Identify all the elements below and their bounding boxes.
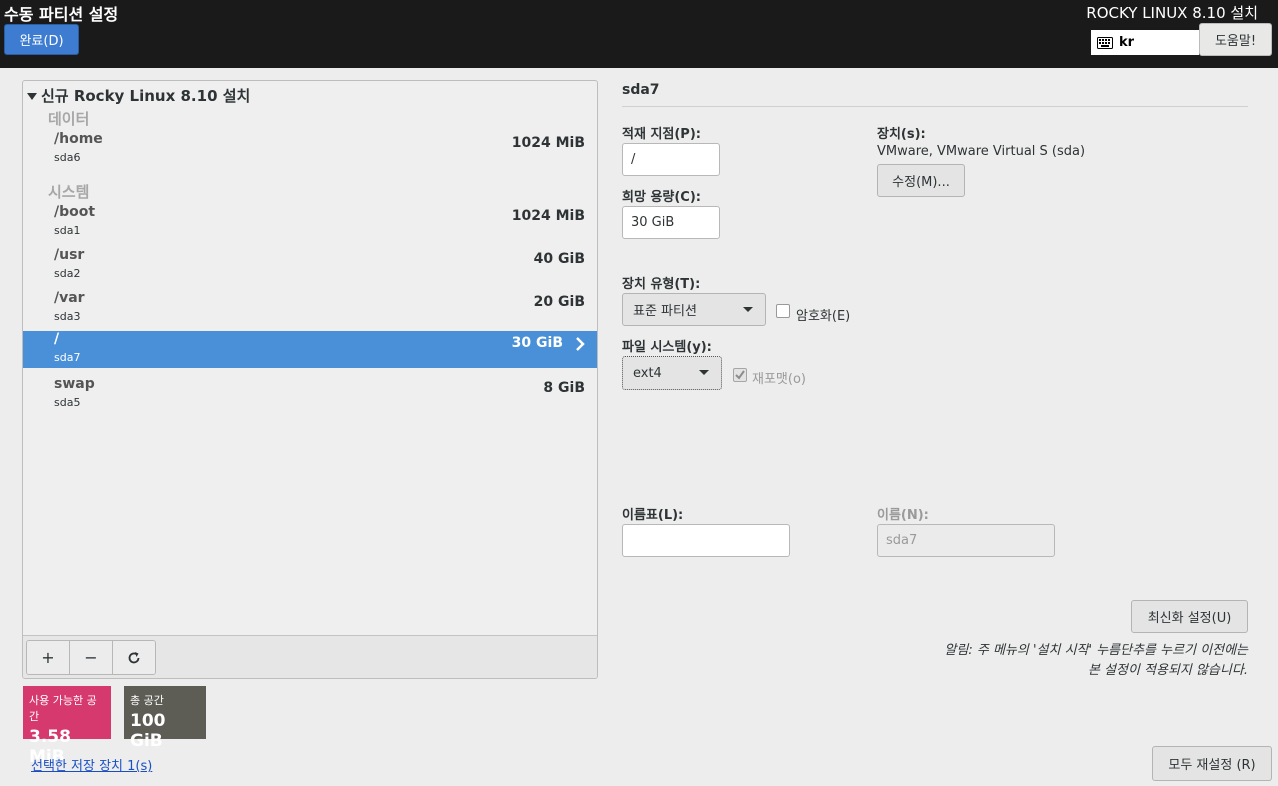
update-settings-button[interactable]: 최신화 설정(U) (1131, 600, 1248, 633)
filesystem-value: ext4 (633, 365, 662, 381)
partition-device: sda2 (54, 267, 81, 280)
partition-toolbar: + − (23, 635, 597, 678)
page-title: 수동 파티션 설정 (4, 5, 119, 24)
apply-note-line2: 본 설정이 적용되지 않습니다. (1087, 663, 1248, 678)
apply-note: 알림: 주 메뉴의 '설치 시작' 누름단추를 누르기 이전에는 본 설정이 적… (944, 641, 1248, 681)
install-group-header[interactable]: 신규 Rocky Linux 8.10 설치 (27, 85, 250, 106)
dropdown-arrow-icon (699, 370, 709, 375)
partition-size: 20 GiB (533, 294, 585, 310)
encrypt-checkbox[interactable] (776, 304, 790, 318)
partition-detail-title: sda7 (622, 82, 660, 98)
category-data: 데이터 (48, 110, 90, 128)
reset-all-button[interactable]: 모두 재설정 (R) (1152, 746, 1272, 781)
modify-button[interactable]: 수정(M)... (877, 164, 965, 197)
mount-point-input[interactable]: / (622, 143, 720, 176)
partition-row-home[interactable]: /home sda6 1024 MiB (23, 131, 597, 168)
available-space-box: 사용 가능한 공간 3.58 MiB (23, 686, 111, 767)
partition-device: sda1 (54, 224, 81, 237)
reformat-label: 재포맷(o) (752, 372, 806, 387)
help-button[interactable]: 도움말! (1199, 23, 1272, 56)
devices-value: VMware, VMware Virtual S (sda) (877, 144, 1086, 159)
partition-size: 8 GiB (543, 380, 585, 396)
partition-device: sda7 (54, 351, 81, 364)
partition-mount: /var (54, 290, 85, 306)
refresh-button[interactable] (113, 641, 155, 674)
partition-row-var[interactable]: /var sda3 20 GiB (23, 290, 597, 327)
detail-divider (622, 106, 1248, 107)
partition-row-root[interactable]: / sda7 30 GiB (23, 331, 597, 368)
reformat-checkbox[interactable] (733, 368, 747, 382)
add-partition-button[interactable]: + (27, 641, 70, 674)
partition-mount: /usr (54, 247, 85, 263)
label-field-label: 이름표(L): (622, 508, 684, 523)
name-input: sda7 (877, 524, 1055, 557)
device-type-value: 표준 파티션 (633, 304, 697, 319)
total-space-value: 100 GiB (130, 711, 166, 751)
partition-mount: /boot (54, 204, 96, 220)
selected-storage-link[interactable]: 선택한 저장 장치 1(s) (31, 755, 152, 774)
partition-mount: swap (54, 376, 95, 392)
done-button[interactable]: 완료(D) (4, 24, 79, 55)
partition-mount: / (54, 331, 60, 347)
mount-point-label: 적재 지점(P): (622, 127, 701, 142)
partition-row-boot[interactable]: /boot sda1 1024 MiB (23, 204, 597, 241)
refresh-icon (128, 651, 140, 663)
total-space-box: 총 공간 100 GiB (124, 686, 206, 751)
remove-partition-button[interactable]: − (70, 641, 113, 674)
encrypt-label[interactable]: 암호화(E) (796, 305, 850, 324)
partition-device: sda3 (54, 310, 81, 323)
header-bar: 수동 파티션 설정 완료(D) ROCKY LINUX 8.10 설치 kr 도… (0, 0, 1278, 68)
device-type-dropdown[interactable]: 표준 파티션 (622, 293, 766, 326)
partition-row-usr[interactable]: /usr sda2 40 GiB (23, 247, 597, 284)
partition-toolbar-buttons: + − (26, 640, 156, 675)
partition-mount: /home (54, 131, 103, 147)
partition-size: 30 GiB (511, 335, 563, 351)
keyboard-layout-indicator[interactable]: kr (1091, 30, 1199, 55)
desired-capacity-label: 희망 용량(C): (622, 190, 701, 205)
device-type-label: 장치 유형(T): (622, 277, 701, 292)
apply-note-line1: 알림: 주 메뉴의 '설치 시작' 누름단추를 누르기 이전에는 (944, 643, 1248, 658)
partition-size: 40 GiB (533, 251, 585, 267)
filesystem-dropdown[interactable]: ext4 (622, 356, 722, 390)
expander-triangle-icon[interactable] (27, 92, 37, 100)
label-input[interactable] (622, 524, 790, 557)
install-group-title: 신규 Rocky Linux 8.10 설치 (41, 87, 251, 105)
partition-row-swap[interactable]: swap sda5 8 GiB (23, 376, 597, 413)
name-field-label: 이름(N): (877, 508, 929, 523)
available-space-label: 사용 가능한 공간 (29, 694, 97, 723)
total-space-label: 총 공간 (130, 694, 164, 707)
category-system: 시스템 (48, 183, 90, 201)
product-title: ROCKY LINUX 8.10 설치 (1086, 4, 1258, 22)
chevron-right-icon (576, 337, 585, 351)
keyboard-icon (1097, 36, 1113, 49)
partition-size: 1024 MiB (511, 135, 585, 151)
partition-device: sda5 (54, 396, 81, 409)
partition-size: 1024 MiB (511, 208, 585, 224)
keyboard-layout-label: kr (1119, 35, 1135, 50)
partition-list-panel: 신규 Rocky Linux 8.10 설치 데이터 /home sda6 10… (22, 80, 598, 679)
checkmark-icon (735, 370, 745, 380)
devices-label: 장치(s): (877, 127, 926, 142)
desired-capacity-input[interactable]: 30 GiB (622, 206, 720, 239)
partition-device: sda6 (54, 151, 81, 164)
filesystem-label: 파일 시스템(y): (622, 340, 712, 355)
dropdown-arrow-icon (743, 307, 753, 312)
